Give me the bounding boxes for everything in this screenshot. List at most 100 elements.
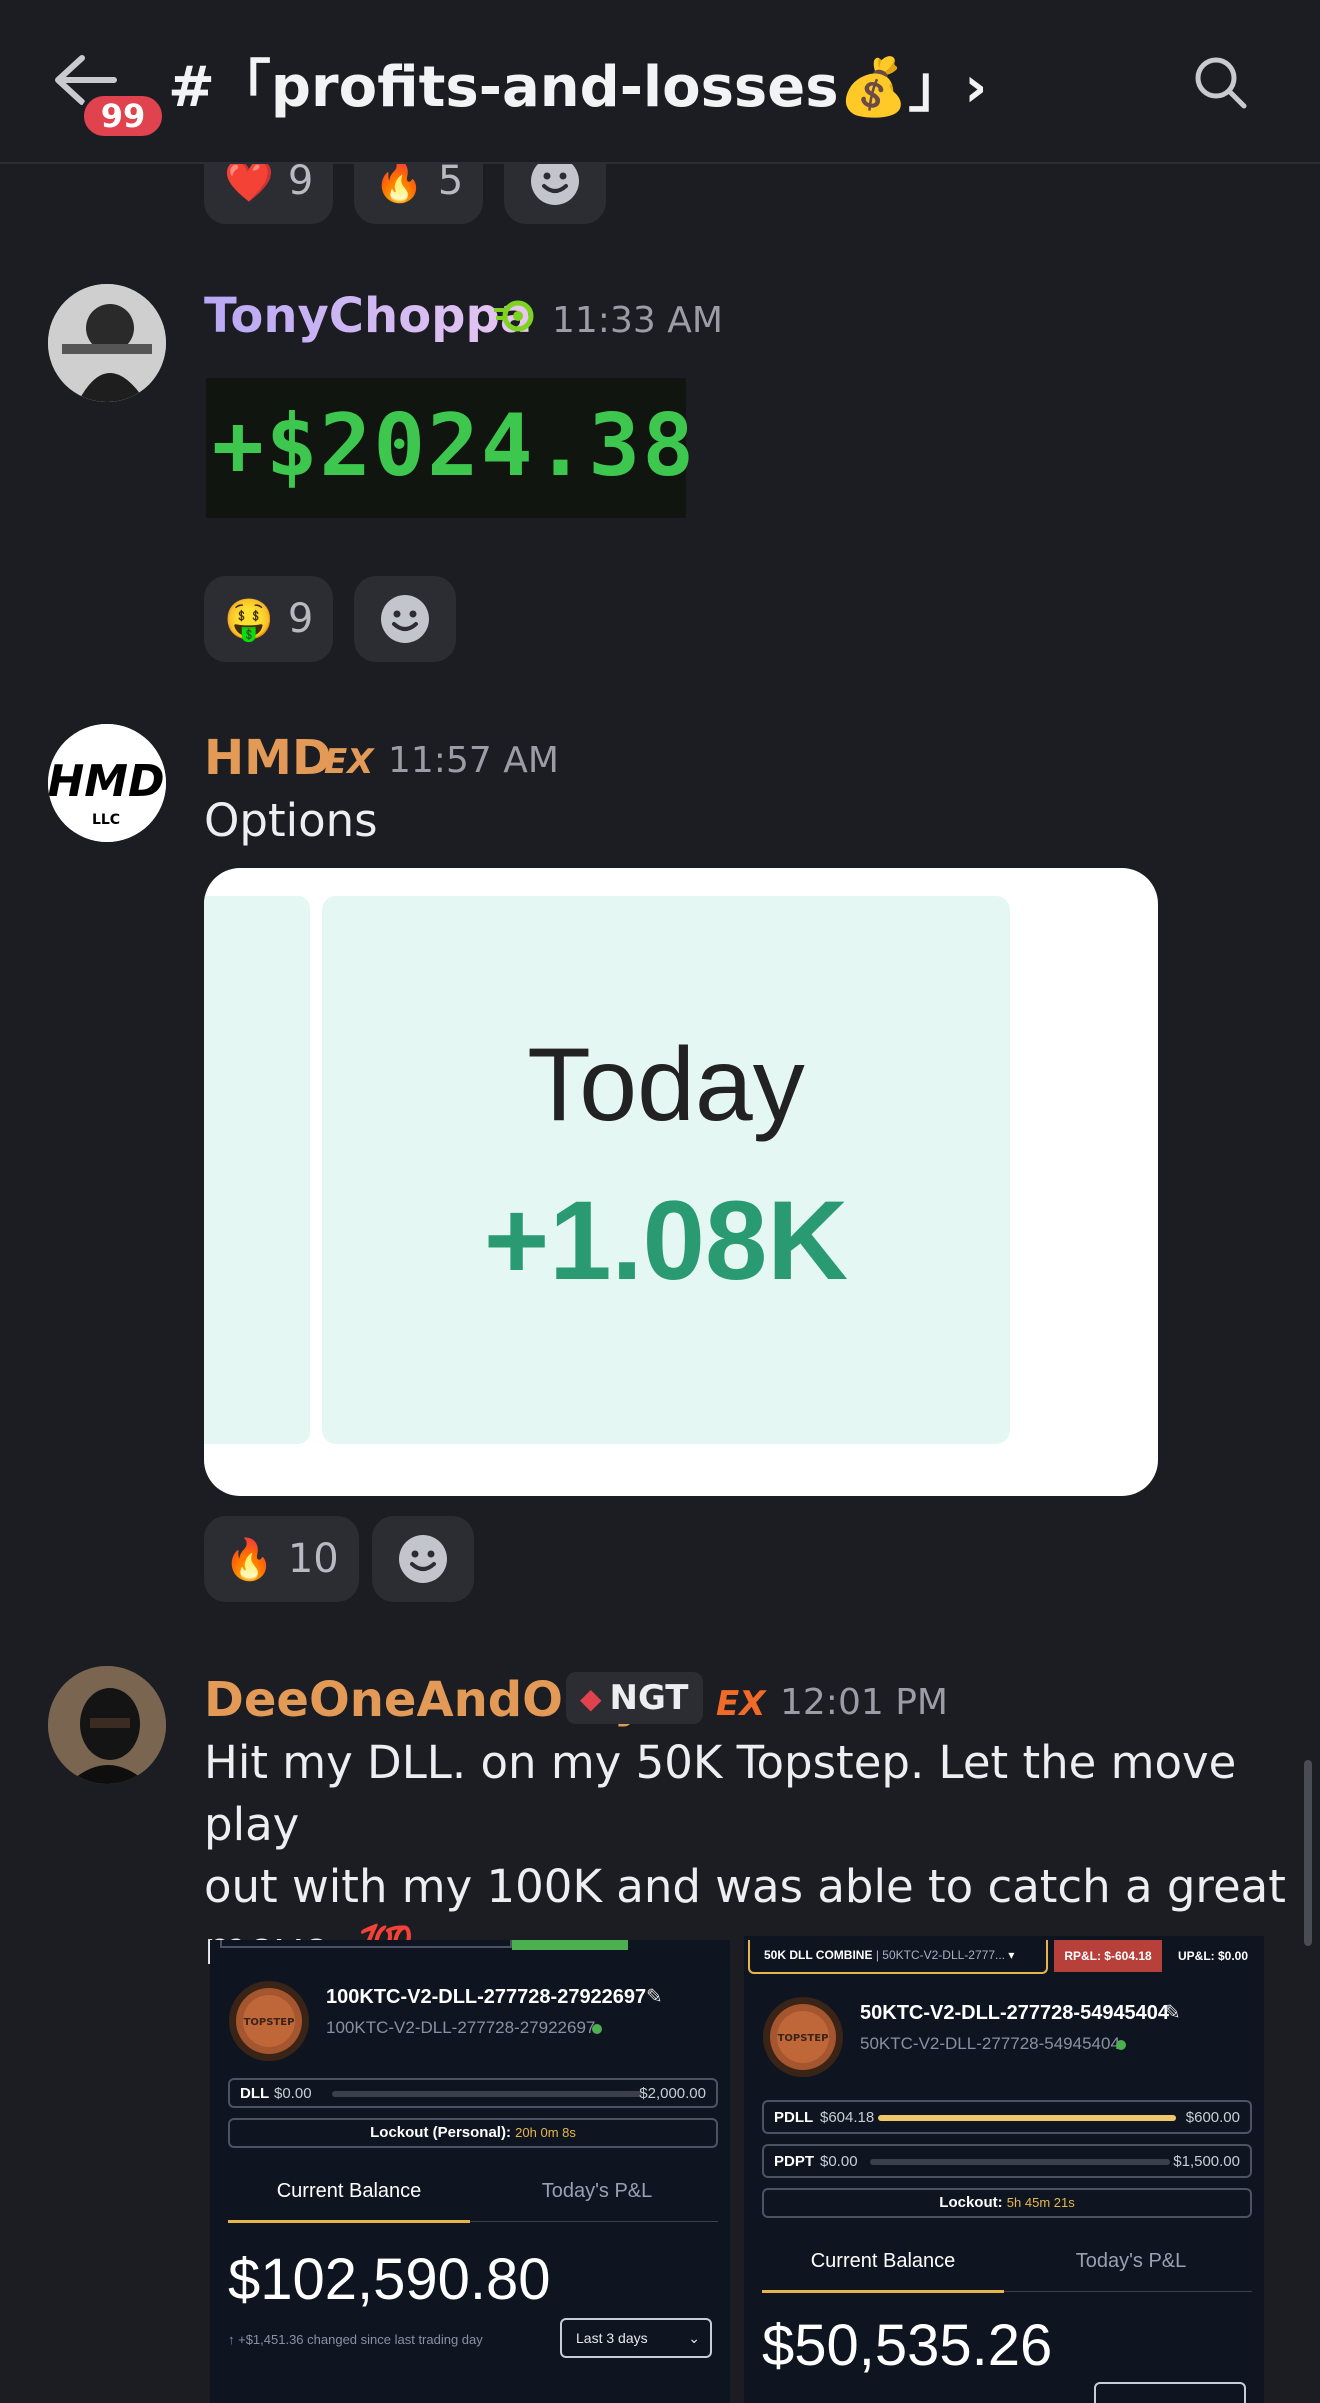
lockout-row: Lockout: 5h 45m 21s — [762, 2188, 1252, 2218]
attachment-image[interactable]: Today +1.08K — [204, 868, 1158, 1496]
lockout-label: Lockout (Personal): — [370, 2124, 511, 2141]
channel-name[interactable]: #「profits-and-losses💰」› — [168, 42, 987, 123]
current-balance: $50,535.26 — [762, 2313, 1053, 2378]
reaction-money-face[interactable]: 🤑 9 — [204, 576, 334, 662]
tab-divider — [1004, 2291, 1252, 2292]
dll-bar — [332, 2091, 642, 2097]
today-value: +1.08K — [483, 1178, 849, 1303]
reaction-fire[interactable]: 🔥 10 — [204, 1516, 359, 1602]
upl-badge: UP&L: $0.00 — [1177, 1949, 1249, 1963]
fire-emoji-icon: 🔥 — [224, 1536, 274, 1583]
current-balance: $102,590.80 — [228, 2247, 551, 2312]
reaction-count: 9 — [287, 596, 314, 642]
balance-change: ↑ +$1,451.36 changed since last trading … — [228, 2332, 483, 2347]
pdpt-max: $1,500.00 — [1173, 2153, 1240, 2170]
pdll-bar — [878, 2115, 1176, 2121]
reaction-count: 5 — [437, 158, 464, 204]
scrollbar[interactable] — [1304, 1760, 1312, 1946]
tab-todays-pnl[interactable]: Today's P&L — [476, 2180, 718, 2203]
reaction-count: 9 — [287, 158, 314, 204]
active-tab-underline — [228, 2220, 470, 2223]
lockout-time: 5h 45m 21s — [1006, 2195, 1075, 2210]
dll-label: DLL — [240, 2085, 270, 2102]
pdpt-bar — [870, 2159, 1170, 2165]
heart-emoji-icon: ❤️ — [224, 158, 274, 205]
ex-tag-icon: EX — [324, 742, 374, 782]
pdll-bar-fill — [878, 2115, 1176, 2121]
smiley-add-icon — [381, 595, 429, 643]
tab-divider — [470, 2221, 718, 2222]
nitro-icon — [494, 300, 534, 332]
timestamp: 11:33 AM — [552, 300, 723, 341]
badge-label: NGT — [609, 1678, 689, 1718]
range-select[interactable]: Last 3 days ⌄ — [560, 2318, 712, 2358]
tab-green — [512, 1940, 628, 1950]
hmd-logo: HMD LLC — [48, 724, 166, 842]
money-mouth-emoji-icon: 🤑 — [224, 596, 274, 643]
svg-text:TOPSTEP: TOPSTEP — [244, 2017, 295, 2028]
message-text: Options — [204, 794, 378, 847]
combine-account: | 50KTC-V2-DLL-2777... — [875, 1948, 1005, 1962]
reaction-count: 10 — [287, 1536, 339, 1582]
tonychoppa-photo — [48, 284, 166, 402]
tab-current-balance[interactable]: Current Balance — [228, 2180, 470, 2203]
avatar-hmd[interactable]: HMD LLC — [48, 724, 166, 842]
chevron-down-icon: ▾ — [1008, 1948, 1015, 1962]
lockout-row: Lockout (Personal): 20h 0m 8s — [228, 2118, 718, 2148]
channel-header: 99 #「profits-and-losses💰」› — [0, 0, 1320, 164]
timestamp: 12:01 PM — [780, 1682, 948, 1723]
pdpt-label: PDPT — [774, 2153, 815, 2170]
message-line: out with my 100K and was able to catch a… — [204, 1860, 1286, 1913]
chevron-down-icon: ⌄ — [688, 2330, 700, 2346]
combine-selector[interactable]: 50K DLL COMBINE | 50KTC-V2-DLL-2777... ▾ — [748, 1940, 1048, 1974]
avatar-deeoneandonly[interactable] — [48, 1666, 166, 1784]
image-main-panel: Today +1.08K — [322, 896, 1010, 1444]
edit-pencil-icon[interactable]: ✎ — [1164, 2000, 1181, 2025]
tab-current-balance[interactable]: Current Balance — [762, 2250, 1004, 2273]
topstep-coin-icon: TOPSTEP — [763, 1997, 843, 2077]
svg-text:HMD: HMD — [48, 756, 165, 807]
topstep-coin-icon: TOPSTEP — [229, 1981, 309, 2061]
ex-tag-icon: EX — [716, 1684, 766, 1724]
pnl-image[interactable]: +$2024.38 — [206, 378, 694, 518]
add-reaction-button[interactable] — [354, 576, 456, 662]
pdll-row: PDLL $604.18 $600.00 — [762, 2100, 1252, 2134]
fire-emoji-icon: 🔥 — [374, 158, 424, 205]
tab-todays-pnl[interactable]: Today's P&L — [1010, 2250, 1252, 2273]
lockout-time: 20h 0m 8s — [515, 2125, 576, 2140]
status-dot — [1116, 2040, 1126, 2050]
pnl-amount: +$2024.38 — [212, 396, 696, 496]
message-line: Hit my DLL. on my 50K Topstep. Let the m… — [204, 1736, 1237, 1851]
rpl-badge: RP&L: $-604.18 — [1054, 1940, 1162, 1972]
deeoneandonly-photo — [48, 1666, 166, 1784]
topstep-card-100k[interactable]: TOPSTEP 100KTC-V2-DLL-277728-27922697 ✎ … — [210, 1940, 730, 2403]
image-left-panel — [204, 896, 310, 1444]
account-id: 50KTC-V2-DLL-277728-54945404 — [860, 2034, 1120, 2053]
dll-row: DLL $0.00 $2,000.00 — [228, 2078, 718, 2108]
edit-pencil-icon[interactable]: ✎ — [646, 1984, 663, 2009]
pdpt-value: $0.00 — [820, 2153, 858, 2170]
active-tab-underline — [762, 2290, 1004, 2293]
range-select[interactable] — [1094, 2382, 1246, 2403]
avatar-tonychoppa[interactable] — [48, 284, 166, 402]
svg-text:TOPSTEP: TOPSTEP — [778, 2033, 829, 2044]
lockout-label: Lockout: — [939, 2194, 1003, 2211]
topstep-card-50k[interactable]: 50K DLL COMBINE | 50KTC-V2-DLL-2777... ▾… — [744, 1936, 1264, 2403]
account-name: 100KTC-V2-DLL-277728-27922697 — [326, 1986, 647, 2008]
ngt-badge: ◆ NGT — [566, 1672, 703, 1724]
add-reaction-button[interactable] — [372, 1516, 474, 1602]
range-label: Last 3 days — [576, 2330, 648, 2346]
pdll-max: $600.00 — [1185, 2109, 1240, 2126]
username-tonychoppa[interactable]: TonyChoppa — [204, 288, 532, 344]
today-label: Today — [527, 1027, 805, 1143]
username-hmd[interactable]: HMD — [204, 730, 332, 786]
account-id: 100KTC-V2-DLL-277728-27922697 — [326, 2018, 596, 2037]
svg-text:LLC: LLC — [92, 812, 120, 828]
pdll-label: PDLL — [774, 2109, 814, 2126]
dll-value: $0.00 — [274, 2085, 312, 2102]
account-name: 50KTC-V2-DLL-277728-54945404 — [860, 2002, 1170, 2024]
tab-outline — [220, 1940, 512, 1948]
dll-max: $2,000.00 — [639, 2085, 706, 2102]
search-icon[interactable] — [1190, 52, 1250, 112]
timestamp: 11:57 AM — [388, 740, 559, 781]
